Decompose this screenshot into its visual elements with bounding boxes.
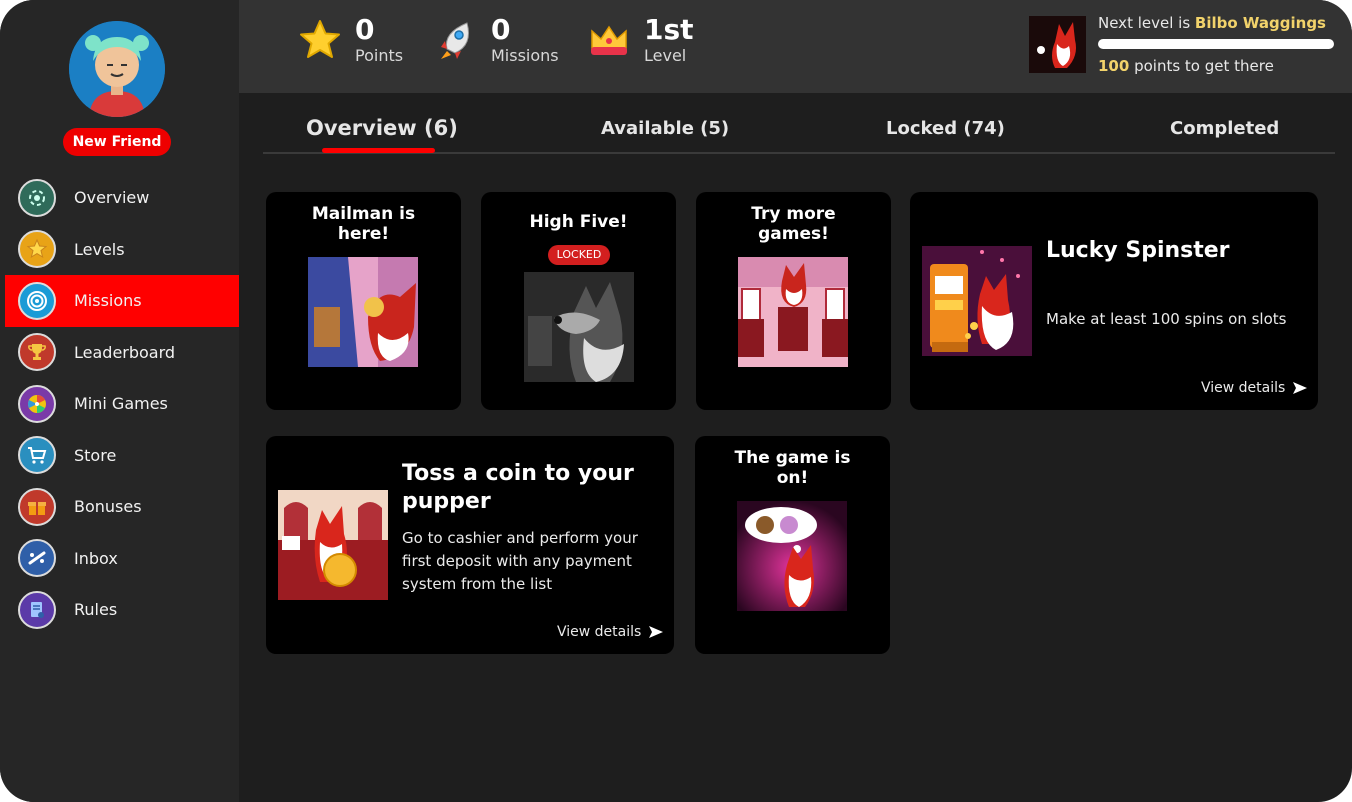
card-description-line: system from the list	[402, 575, 553, 593]
trophy-icon	[18, 333, 56, 372]
card-description: Go to cashier and perform your first dep…	[402, 527, 638, 596]
points-label: Points	[355, 46, 404, 65]
next-level-prefix: Next level is	[1098, 14, 1195, 32]
sidebar-item-label: Bonuses	[74, 497, 142, 517]
card-title-line: pupper	[402, 489, 491, 514]
next-level-panel: Next level is Bilbo Waggings 100 points …	[1029, 14, 1339, 76]
rules-icon	[18, 590, 56, 629]
missions-tabs: Overview (6) Available (5) Locked (74) C…	[263, 112, 1335, 154]
level-label: Level	[644, 46, 687, 65]
missions-value: 0	[491, 13, 511, 46]
overview-icon	[18, 178, 56, 217]
sidebar-item-mini-games[interactable]: Mini Games	[0, 378, 239, 430]
points-value: 0	[355, 13, 375, 46]
star-icon	[18, 230, 56, 269]
missions-stat: 0 Missions	[433, 14, 559, 66]
card-title-line: The game is	[734, 448, 851, 468]
user-avatar[interactable]	[69, 21, 165, 117]
sidebar-item-label: Missions	[74, 291, 142, 311]
user-rank-badge: New Friend	[63, 128, 171, 156]
sidebar-item-label: Overview	[74, 188, 150, 208]
sidebar-item-label: Rules	[74, 600, 118, 620]
sidebar-item-overview[interactable]: Overview	[0, 172, 239, 224]
mission-thumbnail	[738, 257, 848, 367]
view-details-label: View details	[1201, 380, 1286, 396]
mission-thumbnail	[922, 246, 1032, 356]
next-level-thumbnail	[1029, 16, 1086, 73]
mission-card-high-five[interactable]: High Five! LOCKED	[481, 192, 676, 410]
sidebar-item-store[interactable]: Store	[0, 430, 239, 482]
tab-completed[interactable]: Completed	[1170, 118, 1279, 139]
gift-icon	[18, 487, 56, 526]
sidebar-item-inbox[interactable]: Inbox	[0, 533, 239, 585]
arrow-right-icon	[1293, 382, 1308, 394]
missions-label: Missions	[491, 46, 559, 65]
rocket-icon	[441, 22, 469, 59]
card-title: The game is on!	[695, 448, 890, 488]
mission-card-toss-a-coin[interactable]: Toss a coin to your pupper Go to cashier…	[266, 436, 674, 654]
stats-bar: 0 Points 0 Missions 1st Level Next level…	[239, 0, 1352, 93]
card-title: Mailman is here!	[266, 204, 461, 244]
card-title-line: on!	[776, 468, 809, 488]
card-description: Make at least 100 spins on slots	[1046, 310, 1287, 328]
sidebar-item-label: Inbox	[74, 548, 118, 568]
card-title-line: Toss a coin to your	[402, 461, 634, 486]
mission-thumbnail	[278, 490, 388, 600]
mission-card-game-is-on[interactable]: The game is on!	[695, 436, 890, 654]
tab-locked[interactable]: Locked (74)	[886, 118, 1005, 139]
star-icon	[300, 20, 340, 58]
level-value: 1st	[644, 13, 694, 46]
app-frame: New Friend Overview Levels Missions Lead…	[0, 0, 1352, 802]
inbox-icon	[18, 539, 56, 578]
points-needed-value: 100	[1098, 57, 1130, 75]
sidebar-item-bonuses[interactable]: Bonuses	[0, 481, 239, 533]
level-progress-bar	[1098, 39, 1334, 49]
card-title: Try more games!	[696, 204, 891, 244]
view-details-label: View details	[557, 624, 642, 640]
card-title: Lucky Spinster	[1046, 238, 1230, 263]
card-title-line: Try more	[751, 204, 836, 224]
wheel-icon	[18, 384, 56, 423]
card-description-line: first deposit with any payment	[402, 552, 632, 570]
card-title: Toss a coin to your pupper	[402, 460, 634, 516]
view-details-link[interactable]: View details	[1201, 380, 1308, 396]
sidebar-item-label: Leaderboard	[74, 342, 176, 362]
sidebar-nav: Overview Levels Missions Leaderboard Min…	[0, 172, 239, 636]
mission-thumbnail	[524, 272, 634, 382]
sidebar-item-levels[interactable]: Levels	[0, 224, 239, 276]
sidebar-item-leaderboard[interactable]: Leaderboard	[0, 327, 239, 379]
cart-icon	[18, 436, 56, 475]
view-details-link[interactable]: View details	[557, 624, 664, 640]
card-description-line: Go to cashier and perform your	[402, 529, 638, 547]
points-needed-text: 100 points to get there	[1098, 57, 1274, 75]
next-level-name: Bilbo Waggings	[1194, 14, 1326, 32]
avatar-illustration	[69, 21, 165, 117]
tab-overview[interactable]: Overview (6)	[306, 116, 458, 140]
arrow-right-icon	[649, 626, 664, 638]
locked-badge: LOCKED	[548, 245, 610, 265]
mission-card-try-more-games[interactable]: Try more games!	[696, 192, 891, 410]
card-title-line: Mailman is	[311, 204, 416, 224]
points-needed-suffix: points to get there	[1129, 57, 1274, 75]
mission-thumbnail	[737, 501, 847, 611]
mission-card-mailman[interactable]: Mailman is here!	[266, 192, 461, 410]
card-title-line: games!	[758, 224, 829, 244]
sidebar: New Friend Overview Levels Missions Lead…	[0, 0, 239, 802]
points-stat: 0 Points	[297, 14, 403, 66]
card-title: High Five!	[529, 212, 628, 232]
tab-available[interactable]: Available (5)	[601, 118, 729, 139]
next-level-text: Next level is Bilbo Waggings	[1098, 14, 1326, 32]
level-stat: 1st Level	[586, 14, 694, 66]
mission-thumbnail	[308, 257, 418, 367]
active-tab-indicator	[322, 148, 435, 153]
sidebar-item-missions[interactable]: Missions	[5, 275, 239, 327]
sidebar-item-label: Store	[74, 445, 117, 465]
target-icon	[18, 281, 56, 320]
sidebar-item-rules[interactable]: Rules	[0, 584, 239, 636]
sidebar-item-label: Mini Games	[74, 394, 168, 414]
crown-icon	[591, 25, 627, 55]
card-title-line: here!	[337, 224, 390, 244]
sidebar-item-label: Levels	[74, 239, 125, 259]
mission-card-lucky-spinster[interactable]: Lucky Spinster Make at least 100 spins o…	[910, 192, 1318, 410]
